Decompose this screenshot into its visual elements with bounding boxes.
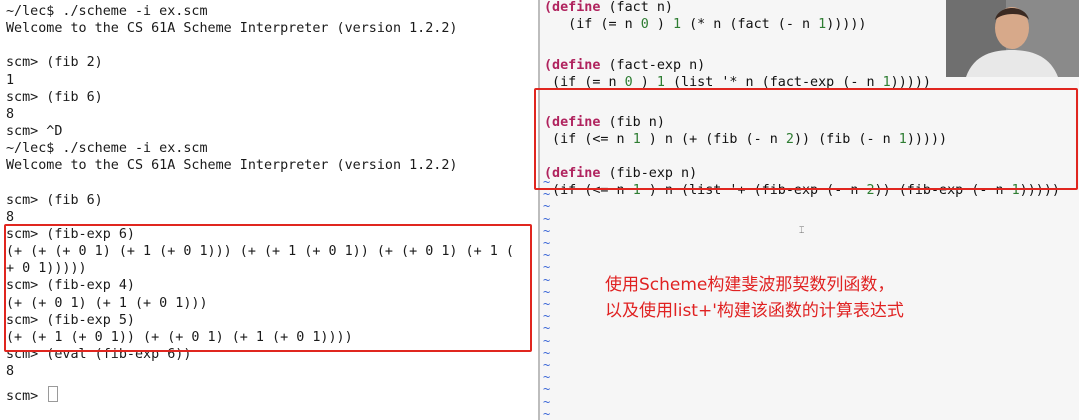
code-text: (if (<= n (544, 132, 633, 147)
code-number: 1 (632, 183, 641, 198)
code-text: (fib-exp n) (600, 166, 698, 181)
code-text: ))))) (826, 17, 875, 32)
terminal-line: scm> ^D (6, 124, 63, 140)
empty-line-tilde: ~ (543, 199, 551, 214)
code-number: 1 (898, 132, 907, 147)
code-line: (if (= n 0 ) 1 (* n (fact (- n 1))))) (544, 16, 875, 33)
empty-line-tilde: ~ (543, 223, 551, 238)
terminal-line: scm> (fib 6) (6, 192, 103, 208)
code-line: (if (<= n 1 ) n (+ (fib (- n 2)) (fib (-… (544, 131, 955, 148)
code-text: (fib n) (600, 115, 665, 130)
empty-line-tilde: ~ (543, 358, 551, 372)
code-number: 1 (673, 17, 682, 32)
empty-line-tilde: ~ (543, 175, 551, 189)
code-text: ) n (list '+ (fib-exp (- n (640, 183, 867, 198)
code-text: ) (648, 17, 673, 32)
code-number: 1 (882, 75, 891, 90)
code-line: (define (fib n) (544, 114, 665, 131)
empty-line-tilde: ~ (543, 272, 551, 287)
code-text: (fact-exp n) (600, 58, 706, 73)
code-text: ))))) (890, 75, 931, 90)
empty-line-tilde: ~ (543, 406, 551, 420)
code-text: ) n (+ (fib (- n (640, 132, 786, 147)
empty-line-tilde: ~ (543, 333, 551, 348)
code-number: 1 (632, 132, 641, 147)
presenter-image (946, 0, 1079, 77)
code-number: 0 (624, 75, 633, 90)
code-number: 1 (818, 17, 827, 32)
terminal-line: scm> (fib 6) (6, 89, 103, 105)
code-number: 1 (1011, 183, 1020, 198)
code-line: (define (fact n) (544, 0, 673, 16)
terminal-pane[interactable]: ~/lec$ ./scheme -i ex.scm Welcome to the … (0, 0, 538, 420)
terminal-line: scm> (fib-exp 5) (6, 312, 135, 328)
terminal-line: + 0 1))))) (6, 261, 87, 277)
code-text: )) (fib (- n (793, 132, 899, 147)
empty-line-tilde: ~ (543, 236, 551, 250)
code-text: (if (<= n (544, 183, 633, 198)
empty-line-tilde: ~ (543, 248, 551, 263)
empty-line-tilde: ~ (543, 211, 551, 226)
terminal-line: (+ (+ 0 1) (+ 1 (+ 0 1))) (6, 295, 208, 311)
empty-line-tilde: ~ (543, 370, 551, 385)
code-keyword: (define (544, 58, 601, 73)
empty-line-tilde: ~ (543, 382, 551, 397)
code-number: 2 (785, 132, 794, 147)
annotation-line-2: 以及使用list+'构建该函数的计算表达式 (605, 301, 904, 321)
code-text: (if (= n (544, 75, 625, 90)
empty-line-tilde: ~ (543, 394, 551, 409)
code-line: (if (= n 0 ) 1 (list '* n (fact-exp (- n… (544, 74, 931, 91)
code-text: )) (fib-exp (- n (874, 183, 1012, 198)
prompt-label: scm> (6, 389, 47, 405)
empty-line-tilde: ~ (543, 297, 551, 311)
code-number: 0 (640, 17, 649, 32)
terminal-line: scm> (fib 2) (6, 55, 103, 71)
code-text: ) (632, 75, 657, 90)
code-keyword: (define (544, 0, 601, 15)
terminal-line: 8 (6, 209, 15, 225)
code-text: (if (= n (544, 17, 641, 32)
terminal-line: scm> (fib-exp 4) (6, 278, 135, 294)
terminal-line: Welcome to the CS 61A Scheme Interpreter… (6, 21, 458, 37)
terminal-line: ~/lec$ ./scheme -i ex.scm (6, 141, 208, 157)
code-keyword: (define (544, 115, 601, 130)
code-keyword: (define (544, 166, 601, 181)
terminal-line: ~/lec$ ./scheme -i ex.scm (6, 4, 208, 19)
code-text: (list '* n (fact-exp (- n (664, 75, 883, 90)
code-text: ))))) (1019, 183, 1069, 198)
code-text: (* n (fact (- n (681, 17, 819, 32)
terminal-line: Welcome to the CS 61A Scheme Interpreter… (6, 158, 458, 174)
terminal-line: 1 (6, 72, 15, 88)
empty-line-tilde: ~ (543, 187, 551, 202)
code-text: ))))) (906, 132, 956, 147)
terminal-line: scm> (eval (fib-exp 6)) (6, 347, 192, 362)
code-number: 2 (866, 183, 875, 198)
code-line: (if (<= n 1 ) n (list '+ (fib-exp (- n 2… (544, 182, 1068, 199)
empty-line-tilde: ~ (543, 345, 551, 360)
terminal-line: (+ (+ (+ 0 1) (+ 1 (+ 0 1))) (+ (+ 1 (+ … (6, 244, 514, 260)
annotation-line-1: 使用Scheme构建斐波那契数列函数， (605, 275, 895, 295)
terminal-line: 8 (6, 106, 15, 122)
code-line: (define (fib-exp n) (544, 165, 697, 182)
empty-line-tilde: ~ (543, 284, 551, 299)
mouse-cursor-icon: ⌶ (799, 226, 805, 236)
text-cursor (48, 386, 59, 403)
empty-line-tilde: ~ (543, 260, 551, 275)
code-line: (define (fact-exp n) (544, 57, 705, 74)
terminal-line: 8 (6, 364, 15, 380)
empty-line-tilde: ~ (543, 321, 551, 336)
terminal-line: (+ (+ 1 (+ 0 1)) (+ (+ 0 1) (+ 1 (+ 0 1)… (6, 329, 353, 345)
code-text: (fact n) (600, 0, 673, 15)
code-number: 1 (656, 75, 665, 90)
terminal-line: scm> (fib-exp 6) (6, 226, 135, 242)
presenter-video (946, 0, 1079, 77)
empty-line-tilde: ~ (543, 309, 551, 324)
terminal-prompt[interactable]: scm> (6, 386, 59, 405)
